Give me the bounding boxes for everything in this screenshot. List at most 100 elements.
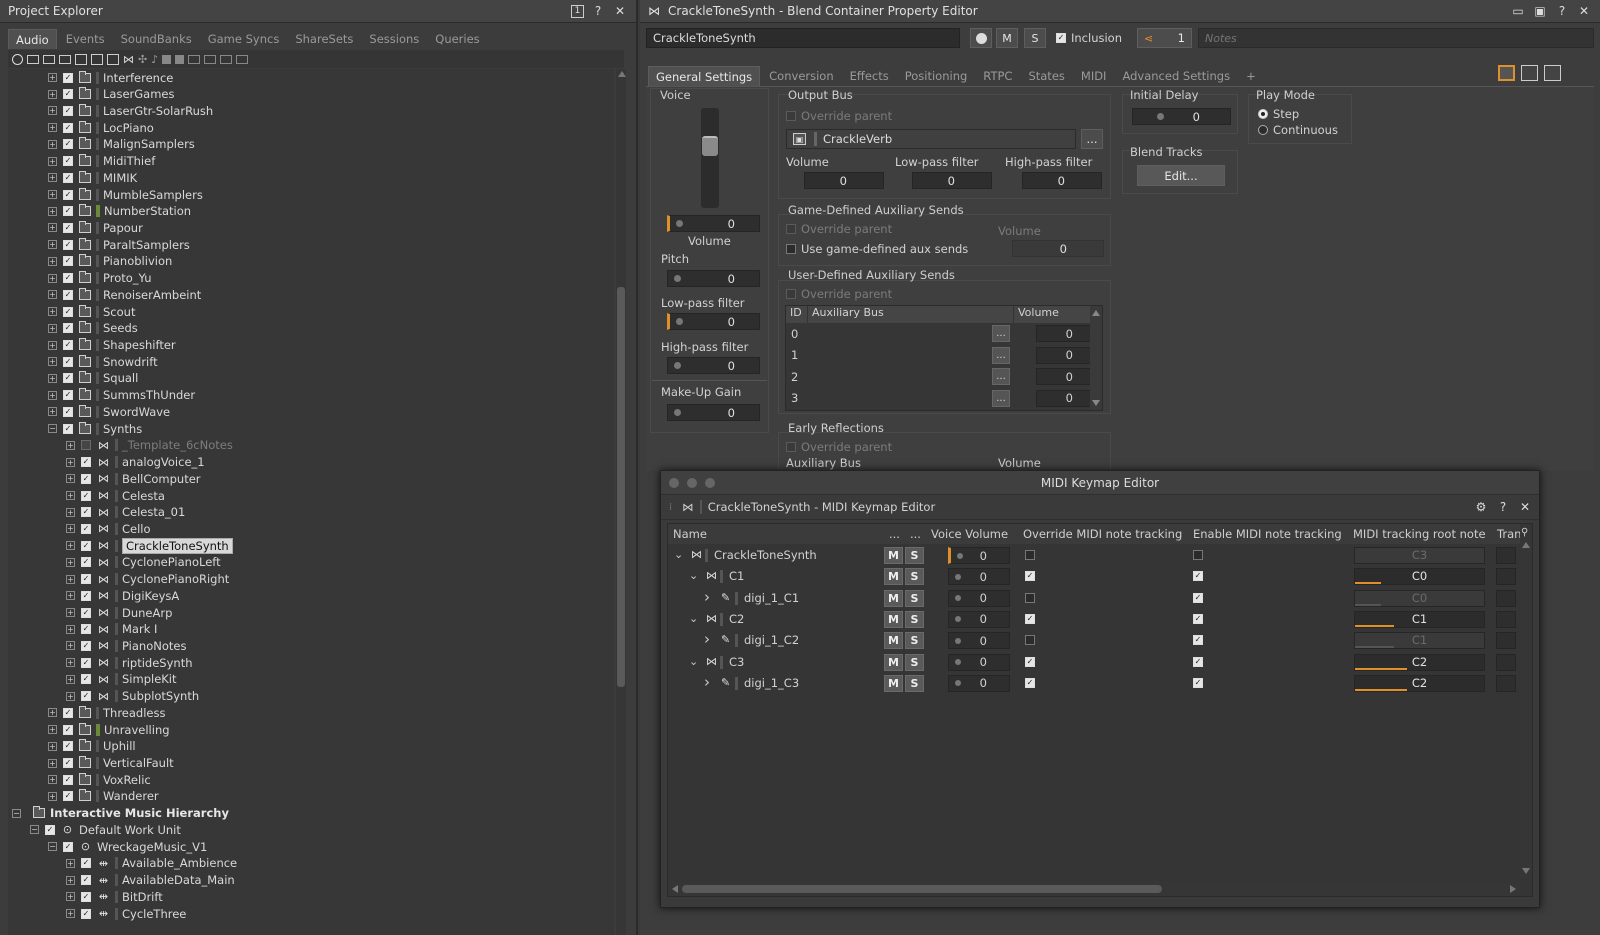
keymap-row[interactable]: › ✎ digi_1_C1 M S 0 ✓ C0: [668, 588, 1520, 609]
expand-icon[interactable]: +: [66, 457, 75, 467]
help-icon[interactable]: ?: [590, 3, 606, 19]
transpose-slider[interactable]: [1496, 632, 1516, 650]
output-highpass-slider[interactable]: 0: [1022, 172, 1102, 189]
mute-button[interactable]: M: [884, 547, 903, 564]
midi-root-note-field[interactable]: C2: [1354, 653, 1485, 671]
user-aux-scrollbar[interactable]: [1090, 306, 1102, 410]
tree-item[interactable]: + ✓ MidiThief: [48, 153, 155, 170]
user-aux-row[interactable]: 3... 0: [786, 388, 1102, 410]
expand-icon[interactable]: +: [48, 708, 57, 718]
include-checkbox[interactable]: ✓: [63, 373, 73, 384]
include-checkbox[interactable]: ✓: [63, 156, 73, 167]
switch-container-icon[interactable]: ✣: [138, 53, 147, 66]
include-checkbox[interactable]: ✓: [81, 540, 91, 551]
tree-item[interactable]: + ✓ VoxRelic: [48, 771, 151, 788]
tree-item[interactable]: + ✓ SummsThUnder: [48, 387, 195, 404]
blend-tracks-edit-button[interactable]: Edit...: [1137, 165, 1225, 186]
tab-rtpc[interactable]: RTPC: [976, 66, 1019, 86]
user-aux-browse-button[interactable]: ...: [992, 389, 1010, 407]
keymap-row[interactable]: ⌄ ⋈ CrackleToneSynth M S 0 C3: [668, 545, 1520, 566]
enable-midi-tracking-checkbox[interactable]: [1193, 550, 1203, 560]
tree-item[interactable]: − ✓ ⊙ WreckageMusic_V1: [48, 838, 207, 855]
scroll-down-arrow-icon[interactable]: [1522, 868, 1530, 874]
user-aux-override-checkbox[interactable]: [786, 289, 796, 299]
transpose-slider[interactable]: [1496, 674, 1516, 692]
user-aux-browse-button[interactable]: ...: [992, 325, 1010, 343]
tree-item[interactable]: + ✓ Seeds: [48, 320, 138, 337]
expand-icon[interactable]: +: [48, 190, 57, 200]
tree-item[interactable]: + ✓ MalignSamplers: [48, 136, 195, 153]
step-radio[interactable]: [1258, 109, 1268, 119]
tree-item[interactable]: + ✓ ⋈ Cello: [66, 520, 151, 537]
tree-item[interactable]: + ✓ ⋈ DuneArp: [66, 604, 172, 621]
include-checkbox[interactable]: ✓: [81, 657, 91, 668]
include-checkbox[interactable]: ✓: [63, 323, 73, 334]
tree-item[interactable]: + ⋈ _Template_6cNotes: [66, 437, 233, 454]
early-reflections-override-checkbox[interactable]: [786, 442, 796, 452]
expand-icon[interactable]: +: [48, 758, 57, 768]
override-midi-tracking-checkbox[interactable]: ✓: [1025, 677, 1035, 688]
expand-icon[interactable]: +: [66, 474, 75, 484]
expand-icon[interactable]: +: [48, 106, 57, 116]
window-minimize-dot[interactable]: [687, 478, 697, 488]
keymap-col-header[interactable]: Name: [668, 524, 884, 544]
tab-states[interactable]: States: [1021, 66, 1071, 86]
expand-icon[interactable]: +: [48, 725, 57, 735]
include-checkbox[interactable]: ✓: [63, 105, 73, 116]
settings-gear-icon[interactable]: ⚙: [1473, 499, 1489, 515]
keymap-col-header[interactable]: MIDI tracking root note: [1348, 524, 1492, 544]
tab-events[interactable]: Events: [59, 29, 112, 49]
voice-volume-fader-thumb[interactable]: [702, 136, 718, 156]
collapse-icon[interactable]: −: [12, 808, 21, 818]
help-icon[interactable]: ?: [1495, 499, 1511, 515]
solo-button[interactable]: S: [905, 568, 924, 586]
expand-icon[interactable]: +: [48, 307, 57, 317]
tree-item[interactable]: + ✓ NumberStation: [48, 203, 191, 220]
scroll-down-arrow-icon[interactable]: [1092, 400, 1100, 406]
midi-root-note-field[interactable]: C1: [1354, 610, 1485, 628]
tree-item[interactable]: + ✓ ⋈ BellComputer: [66, 470, 201, 487]
tree-item[interactable]: + ✓ Shapeshifter: [48, 337, 176, 354]
tree-item[interactable]: + ✓ ⋈ CyclonePianoRight: [66, 571, 229, 588]
expand-icon[interactable]: +: [66, 875, 75, 885]
expand-icon[interactable]: +: [48, 407, 57, 417]
include-checkbox[interactable]: ✓: [63, 390, 73, 401]
user-aux-volume-slider[interactable]: 0: [1036, 389, 1092, 407]
include-checkbox[interactable]: ✓: [63, 306, 73, 317]
include-checkbox[interactable]: ✓: [63, 741, 73, 752]
chevron-right-icon[interactable]: ›: [704, 630, 710, 648]
include-checkbox[interactable]: ✓: [63, 841, 73, 852]
window-maximize-dot[interactable]: [705, 478, 715, 488]
power-icon[interactable]: [12, 53, 23, 65]
include-checkbox[interactable]: ✓: [81, 607, 91, 618]
tree-item[interactable]: + ✓ Squall: [48, 370, 138, 387]
include-checkbox[interactable]: ✓: [63, 423, 73, 434]
game-aux-volume-slider[interactable]: 0: [1012, 240, 1104, 257]
expand-icon[interactable]: +: [66, 892, 75, 902]
inclusion-toggle[interactable]: ✓ Inclusion: [1056, 31, 1122, 45]
expand-icon[interactable]: +: [66, 858, 75, 868]
keymap-row[interactable]: ⌄ ⋈ C2 M S 0 ✓ ✓ C1: [668, 609, 1520, 630]
voice-volume-slider[interactable]: 0: [948, 674, 1010, 692]
tree-item[interactable]: + ✓ Unravelling: [48, 721, 170, 738]
output-bus-browse-button[interactable]: ...: [1081, 129, 1103, 149]
midi-root-note-field[interactable]: C0: [1354, 589, 1485, 607]
include-checkbox[interactable]: ✓: [63, 72, 73, 83]
override-midi-tracking-checkbox[interactable]: [1025, 635, 1035, 646]
tree-item[interactable]: + ✓ ⋈ SubplotSynth: [66, 688, 199, 705]
solo-button[interactable]: S: [905, 632, 924, 650]
game-aux-override-checkbox[interactable]: [786, 224, 796, 234]
drag-handle-icon[interactable]: ⁞: [669, 502, 672, 513]
grid-icon[interactable]: [75, 53, 87, 65]
tree-item[interactable]: + ✓ ⇹ AvailableData_Main: [66, 872, 235, 889]
tree-item[interactable]: + ✓ Snowdrift: [48, 353, 158, 370]
user-aux-row[interactable]: 2... 0: [786, 366, 1102, 388]
voice-volume-fader[interactable]: [701, 108, 719, 208]
tree-item[interactable]: + ✓ ⋈ Celesta_01: [66, 504, 185, 521]
tree-item[interactable]: + ✓ LaserGames: [48, 86, 174, 103]
tree-item[interactable]: + ✓ LaserGtr-SolarRush: [48, 102, 213, 119]
layer-icon[interactable]: [188, 54, 201, 64]
include-checkbox[interactable]: ✓: [81, 473, 91, 484]
chevron-right-icon[interactable]: ›: [704, 673, 710, 691]
expand-icon[interactable]: +: [48, 323, 57, 333]
